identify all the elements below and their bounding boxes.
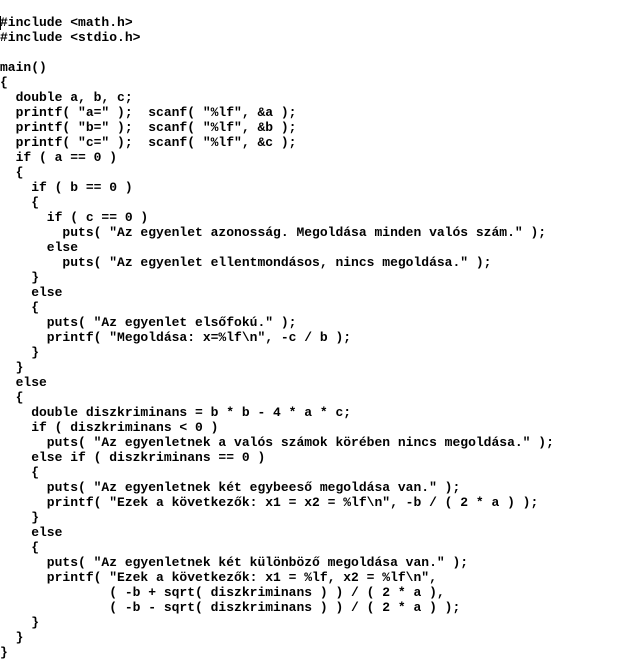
source-code: #include <math.h> #include <stdio.h> mai… bbox=[0, 13, 622, 660]
code-text: #include <math.h> #include <stdio.h> mai… bbox=[0, 15, 554, 660]
